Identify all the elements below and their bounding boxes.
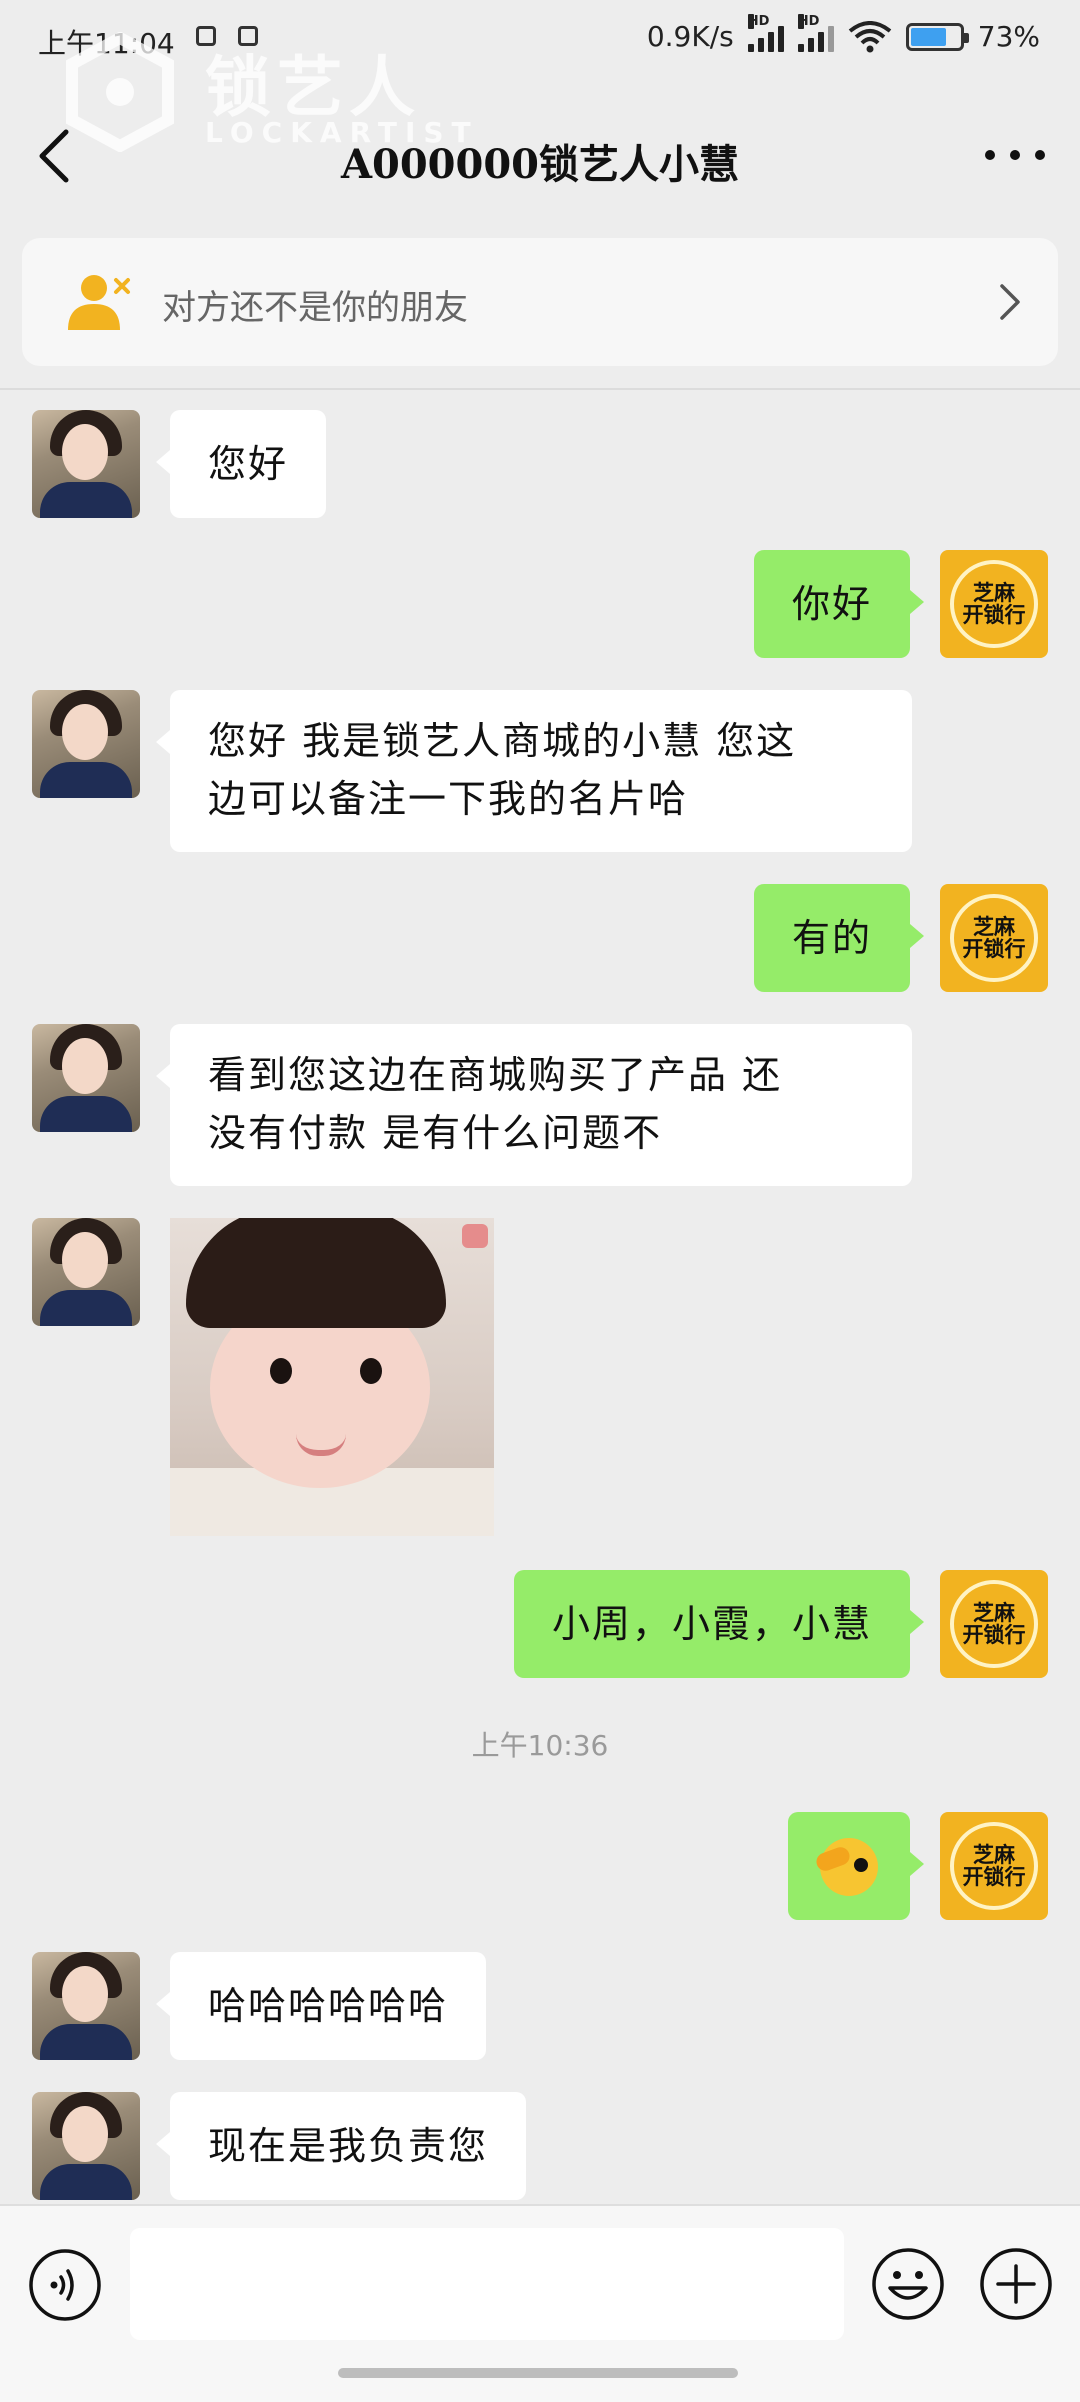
message-bubble[interactable]: 看到您这边在商城购买了产品 还 没有付款 是有什么问题不 <box>156 1024 912 1186</box>
message-bubble[interactable] <box>788 1812 924 1920</box>
contact-avatar[interactable] <box>32 1952 140 2060</box>
contact-avatar[interactable] <box>32 690 140 798</box>
voice-icon[interactable] <box>28 2248 102 2322</box>
message-text: 哈哈哈哈哈哈 <box>208 1984 449 2028</box>
message-text: 你好 <box>791 582 872 626</box>
notification-icon <box>196 26 216 46</box>
battery-level <box>910 27 946 46</box>
message-bubble[interactable]: 有的 <box>753 884 925 992</box>
network-speed: 0.9K/s <box>646 20 734 53</box>
self-avatar[interactable]: 芝麻 开锁行 <box>940 1812 1048 1920</box>
battery-percent: 73% <box>977 20 1040 53</box>
chat-header: A000000锁艺人小慧 <box>0 86 1080 226</box>
sticker-image[interactable] <box>170 1218 494 1536</box>
message-text: 有的 <box>791 916 872 960</box>
contact-avatar[interactable] <box>32 410 140 518</box>
status-bar: 上午11:04 0.9K/s HD HD 73% <box>0 0 1080 86</box>
contact-avatar[interactable] <box>32 1024 140 1132</box>
battery-icon <box>905 22 969 51</box>
notification-icons <box>196 26 258 46</box>
message-bubble[interactable]: 现在是我负责您 <box>155 2092 527 2200</box>
message-text: 现在是我负责您 <box>208 2124 489 2168</box>
chat-title: A000000锁艺人小慧 <box>340 141 740 188</box>
contact-avatar[interactable] <box>32 1218 140 1326</box>
home-indicator[interactable] <box>338 2368 738 2378</box>
message-input[interactable] <box>130 2228 844 2340</box>
notice-text: 对方还不是你的朋友 <box>162 288 468 328</box>
notification-icon <box>238 26 258 46</box>
contact-avatar[interactable] <box>32 2092 140 2200</box>
chevron-right-icon <box>1000 284 1020 320</box>
message-text: 您好 <box>208 442 289 486</box>
message-text-line: 边可以备注一下我的名片哈 <box>208 777 689 821</box>
message-bubble[interactable]: 您好 我是锁艺人商城的小慧 您这 边可以备注一下我的名片哈 <box>156 690 912 852</box>
message-text-line: 您好 我是锁艺人商城的小慧 您这 <box>208 719 797 763</box>
heart-icon <box>462 1224 488 1248</box>
status-time: 上午11:04 <box>38 27 175 60</box>
message-text-line: 看到您这边在商城购买了产品 还 <box>208 1053 783 1097</box>
wink-emoji-icon <box>813 1838 878 1896</box>
not-friend-notice[interactable]: 对方还不是你的朋友 <box>22 238 1058 366</box>
chat-timestamp: 上午10:36 <box>471 1729 609 1762</box>
more-dots-icon[interactable] <box>980 140 1050 170</box>
add-user-icon <box>68 275 130 330</box>
signal-icon: HD <box>747 13 784 52</box>
message-bubble[interactable]: 哈哈哈哈哈哈 <box>155 1952 487 2060</box>
emoji-icon[interactable] <box>870 2246 946 2322</box>
message-bubble[interactable]: 您好 <box>155 410 327 518</box>
message-text-line: 没有付款 是有什么问题不 <box>208 1111 663 1155</box>
message-bubble[interactable]: 小周，小霞，小慧 <box>513 1570 925 1678</box>
self-avatar[interactable]: 芝麻 开锁行 <box>940 1570 1048 1678</box>
plus-icon[interactable] <box>978 2246 1054 2322</box>
message-bubble[interactable]: 你好 <box>753 550 925 658</box>
status-indicators: 0.9K/s HD HD 73% <box>646 13 1040 53</box>
self-avatar[interactable]: 芝麻 开锁行 <box>940 884 1048 992</box>
divider <box>0 388 1080 390</box>
self-avatar[interactable]: 芝麻 开锁行 <box>940 550 1048 658</box>
message-text: 小周，小霞，小慧 <box>551 1602 872 1646</box>
wifi-icon <box>848 20 892 52</box>
signal-icon: HD <box>797 13 834 52</box>
